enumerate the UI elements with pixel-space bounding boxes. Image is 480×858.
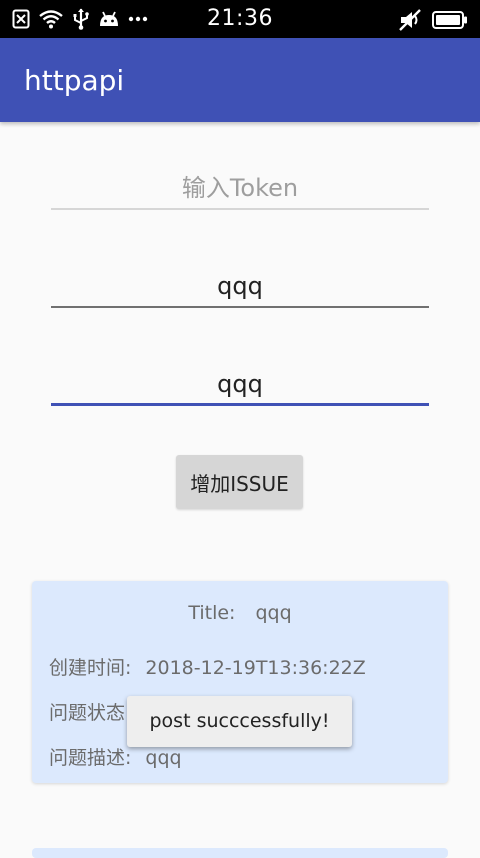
status-icons-right — [398, 9, 468, 31]
status-bar: 21:36 — [0, 0, 480, 38]
created-value: 2018-12-19T13:36:22Z — [145, 657, 366, 679]
issue-desc-field[interactable] — [51, 366, 429, 406]
created-label: 创建时间: — [49, 657, 132, 679]
desc-label: 问题描述: — [49, 747, 132, 769]
add-issue-button[interactable]: 增加ISSUE — [176, 455, 303, 509]
issue-card[interactable]: Title: qqq 创建时间: 2018-12-19T13:36:22Z 问题状… — [32, 581, 448, 783]
token-field[interactable] — [51, 170, 429, 210]
issue-title-underline — [51, 306, 429, 308]
state-row: 问题状态 — [49, 698, 125, 725]
battery-icon — [432, 11, 468, 29]
created-row: 创建时间: 2018-12-19T13:36:22Z — [49, 653, 366, 680]
issue-title-input[interactable] — [51, 268, 429, 304]
issue-title-field[interactable] — [51, 268, 429, 308]
toast-message: post succcessfully! — [127, 696, 352, 747]
mute-icon — [398, 9, 422, 31]
token-input[interactable] — [51, 170, 429, 206]
state-label: 问题状态 — [49, 702, 126, 724]
issue-desc-underline — [51, 403, 429, 406]
desc-row: 问题描述: qqq — [49, 743, 182, 770]
title-label: Title: — [188, 602, 236, 624]
token-underline — [51, 208, 429, 210]
desc-value: qqq — [145, 747, 182, 769]
app-bar: httpapi — [0, 38, 480, 122]
issue-card-next[interactable] — [32, 848, 448, 858]
issue-desc-input[interactable] — [51, 366, 429, 402]
issue-card-title: Title: qqq — [32, 602, 448, 624]
app-title: httpapi — [24, 64, 125, 97]
title-value: qqq — [255, 602, 292, 624]
